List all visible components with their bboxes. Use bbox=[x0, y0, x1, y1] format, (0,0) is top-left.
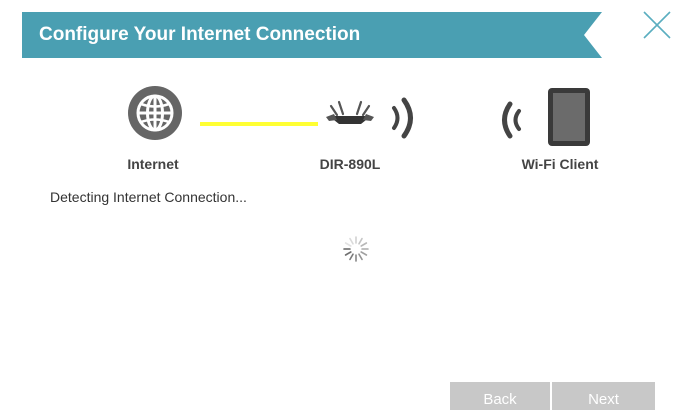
connection-line bbox=[200, 113, 318, 126]
setup-wizard-page: Configure Your Internet Connection Inter… bbox=[0, 0, 696, 410]
page-title: Configure Your Internet Connection bbox=[39, 24, 361, 45]
router-signal-icon bbox=[390, 96, 420, 140]
router-label: DIR-890L bbox=[319, 156, 381, 172]
client-signal-icon bbox=[498, 100, 524, 140]
tablet-icon bbox=[547, 87, 591, 147]
router-icon bbox=[325, 98, 375, 130]
close-icon[interactable] bbox=[640, 8, 674, 42]
loading-spinner-icon bbox=[341, 234, 371, 264]
back-button[interactable]: Back bbox=[450, 382, 550, 410]
status-message: Detecting Internet Connection... bbox=[50, 189, 247, 205]
globe-icon bbox=[126, 84, 184, 142]
next-button[interactable]: Next bbox=[552, 382, 655, 410]
client-label: Wi-Fi Client bbox=[521, 156, 599, 172]
title-banner: Configure Your Internet Connection bbox=[22, 12, 602, 58]
internet-label: Internet bbox=[127, 156, 179, 172]
